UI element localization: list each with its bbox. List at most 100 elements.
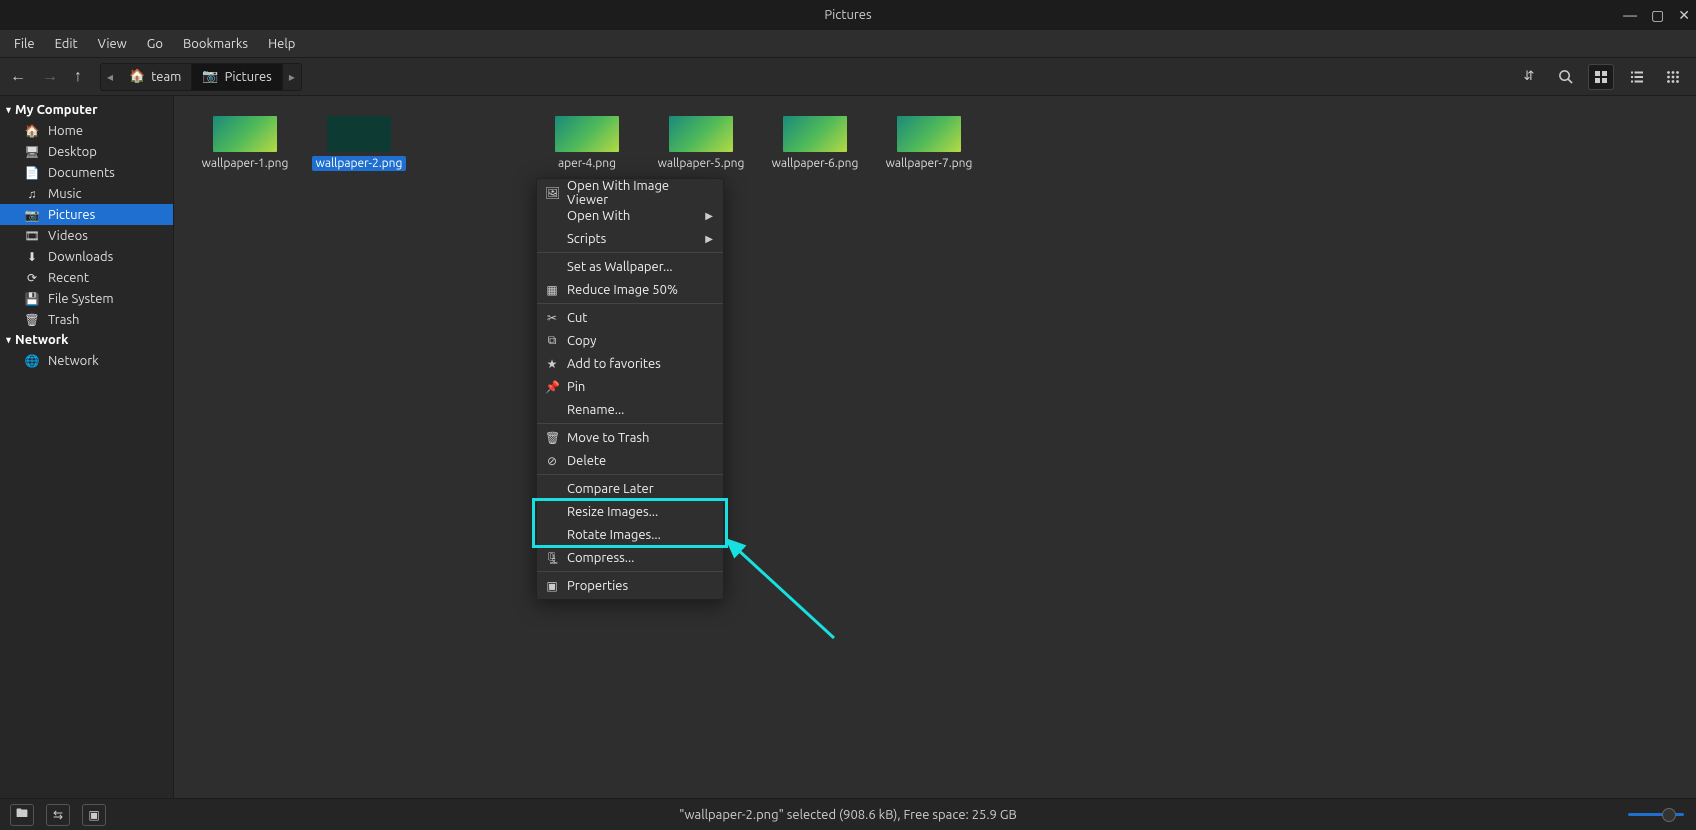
menu-help[interactable]: Help — [260, 34, 303, 54]
up-button[interactable]: ↑ — [74, 67, 82, 86]
ctx-move-to-trash[interactable]: 🗑Move to Trash — [537, 426, 723, 449]
ctx-open-with-image-viewer[interactable]: 🖼Open With Image Viewer — [537, 181, 723, 204]
ctx-item-label: Scripts — [567, 232, 606, 246]
ctx-item-label: Rotate Images... — [567, 528, 661, 542]
file-item[interactable]: wallpaper-7.png — [872, 116, 986, 171]
ctx-delete[interactable]: ⊘Delete — [537, 449, 723, 472]
file-item[interactable]: wallpaper-1.png — [188, 116, 302, 171]
file-thumbnail — [783, 116, 847, 152]
sidebar-item-downloads[interactable]: ⬇Downloads — [0, 246, 173, 267]
list-view-button[interactable] — [1624, 64, 1650, 90]
ctx-scripts[interactable]: •Scripts▶ — [537, 227, 723, 250]
nav-buttons: ← → ↑ — [10, 67, 92, 86]
crumb-forward-icon[interactable]: ▸ — [283, 70, 301, 84]
file-thumbnail — [327, 116, 391, 152]
ctx-compare-later[interactable]: •Compare Later — [537, 477, 723, 500]
menu-view[interactable]: View — [90, 34, 135, 54]
file-pane[interactable]: wallpaper-1.png wallpaper-2.png aper-4.png… — [174, 96, 1696, 798]
sidebar-item-label: Downloads — [48, 250, 113, 264]
sidebar-item-videos[interactable]: 🎞Videos — [0, 225, 173, 246]
ctx-add-to-favorites[interactable]: ★Add to favorites — [537, 352, 723, 375]
ctx-pin[interactable]: 📌Pin — [537, 375, 723, 398]
status-text: "wallpaper-2.png" selected (908.6 kB), F… — [0, 808, 1696, 822]
sidebar-item-home[interactable]: 🏠 Home — [0, 120, 173, 141]
maximize-button[interactable]: ▢ — [1651, 7, 1664, 24]
menu-edit[interactable]: Edit — [47, 34, 86, 54]
sidebar-item-label: File System — [48, 292, 114, 306]
file-thumbnail — [669, 116, 733, 152]
menu-bookmarks[interactable]: Bookmarks — [175, 34, 256, 54]
ctx-item-label: Pin — [567, 380, 585, 394]
crumb-back-icon[interactable]: ◂ — [101, 70, 119, 84]
window-controls: — ▢ ✕ — [1623, 0, 1690, 30]
menu-file[interactable]: File — [6, 34, 43, 54]
file-item[interactable]: aper-4.png — [530, 116, 644, 171]
ctx-compress[interactable]: 🗜 Compress... — [537, 546, 723, 569]
ctx-rotate-images[interactable]: •Rotate Images... — [537, 523, 723, 546]
minimize-button[interactable]: — — [1623, 7, 1637, 23]
crumb-current-label: Pictures — [225, 70, 272, 84]
back-button[interactable]: ← — [10, 67, 26, 86]
sidebar-heading-computer[interactable]: ▾ My Computer — [0, 100, 173, 120]
sidebar-item-label: Documents — [48, 166, 115, 180]
sidebar-item-desktop[interactable]: 🖥Desktop — [0, 141, 173, 162]
sidebar-item-network[interactable]: 🌐Network — [0, 350, 173, 371]
menu-go[interactable]: Go — [139, 34, 171, 54]
ctx-rename[interactable]: •Rename... — [537, 398, 723, 421]
ctx-resize-images[interactable]: •Resize Images... — [537, 500, 723, 523]
chevron-right-icon: ▶ — [705, 233, 713, 245]
crumb-parent-label: team — [151, 70, 181, 84]
menubar: File Edit View Go Bookmarks Help — [0, 30, 1696, 58]
trash-icon: 🗑 — [24, 313, 40, 327]
ctx-item-label: Cut — [567, 311, 587, 325]
toggle-location-button[interactable]: ⇵ — [1516, 64, 1542, 90]
file-thumbnail — [213, 116, 277, 152]
ctx-reduce-image-50[interactable]: ▦Reduce Image 50% — [537, 278, 723, 301]
show-treeview-button[interactable]: ⇆ — [46, 804, 70, 826]
crumb-parent[interactable]: 🏠 team — [119, 64, 192, 90]
compact-view-button[interactable] — [1660, 64, 1686, 90]
music-icon: ♫ — [24, 187, 40, 201]
file-name: aper-4.png — [554, 156, 620, 171]
titlebar: Pictures — ▢ ✕ — [0, 0, 1696, 30]
ctx-item-label: Rename... — [567, 403, 624, 417]
app-red-icon: 🖼 — [545, 186, 559, 200]
ctx-cut[interactable]: ✂Cut — [537, 306, 723, 329]
search-button[interactable] — [1552, 64, 1578, 90]
chevron-right-icon: ▶ — [705, 210, 713, 222]
ctx-item-label: Properties — [567, 579, 628, 593]
sidebar-item-pictures[interactable]: 📷Pictures — [0, 204, 173, 225]
crumb-current[interactable]: 📷 Pictures — [192, 64, 282, 90]
close-button[interactable]: ✕ — [1678, 7, 1690, 24]
ctx-item-label: Set as Wallpaper... — [567, 260, 673, 274]
star-icon: ★ — [545, 357, 559, 371]
show-places-button[interactable]: 🖿 — [10, 804, 34, 826]
sidebar-heading-network[interactable]: ▾ Network — [0, 330, 173, 350]
file-item[interactable]: wallpaper-5.png — [644, 116, 758, 171]
close-sidebar-button[interactable]: ▣ — [82, 804, 106, 826]
ctx-open-with[interactable]: •Open With▶ — [537, 204, 723, 227]
compress-icon: 🗜 — [545, 551, 559, 565]
forward-button[interactable]: → — [42, 67, 58, 86]
sidebar-item-label: Home — [48, 124, 83, 138]
zoom-slider[interactable] — [1628, 813, 1684, 816]
sidebar-item-music[interactable]: ♫Music — [0, 183, 173, 204]
ctx-item-label: Compress... — [567, 551, 634, 565]
ctx-properties[interactable]: ▣Properties — [537, 574, 723, 597]
ctx-item-label: Copy — [567, 334, 596, 348]
file-item[interactable]: wallpaper-2.png — [302, 116, 416, 171]
sidebar-item-recent[interactable]: ⟳Recent — [0, 267, 173, 288]
breadcrumb: ◂ 🏠 team 📷 Pictures ▸ — [100, 63, 302, 91]
sidebar-item-trash[interactable]: 🗑Trash — [0, 309, 173, 330]
ctx-set-as-wallpaper[interactable]: •Set as Wallpaper... — [537, 255, 723, 278]
file-item[interactable]: wallpaper-6.png — [758, 116, 872, 171]
sidebar-heading-label: My Computer — [15, 103, 97, 117]
file-name: wallpaper-2.png — [312, 156, 407, 171]
ctx-copy[interactable]: ⧉Copy — [537, 329, 723, 352]
sidebar-item-file-system[interactable]: 💾File System — [0, 288, 173, 309]
sidebar-item-documents[interactable]: 📄Documents — [0, 162, 173, 183]
home-icon: 🏠 — [24, 124, 40, 138]
sidebar-item-label: Desktop — [48, 145, 97, 159]
icon-view-button[interactable] — [1588, 64, 1614, 90]
annotation-arrow — [724, 538, 844, 648]
